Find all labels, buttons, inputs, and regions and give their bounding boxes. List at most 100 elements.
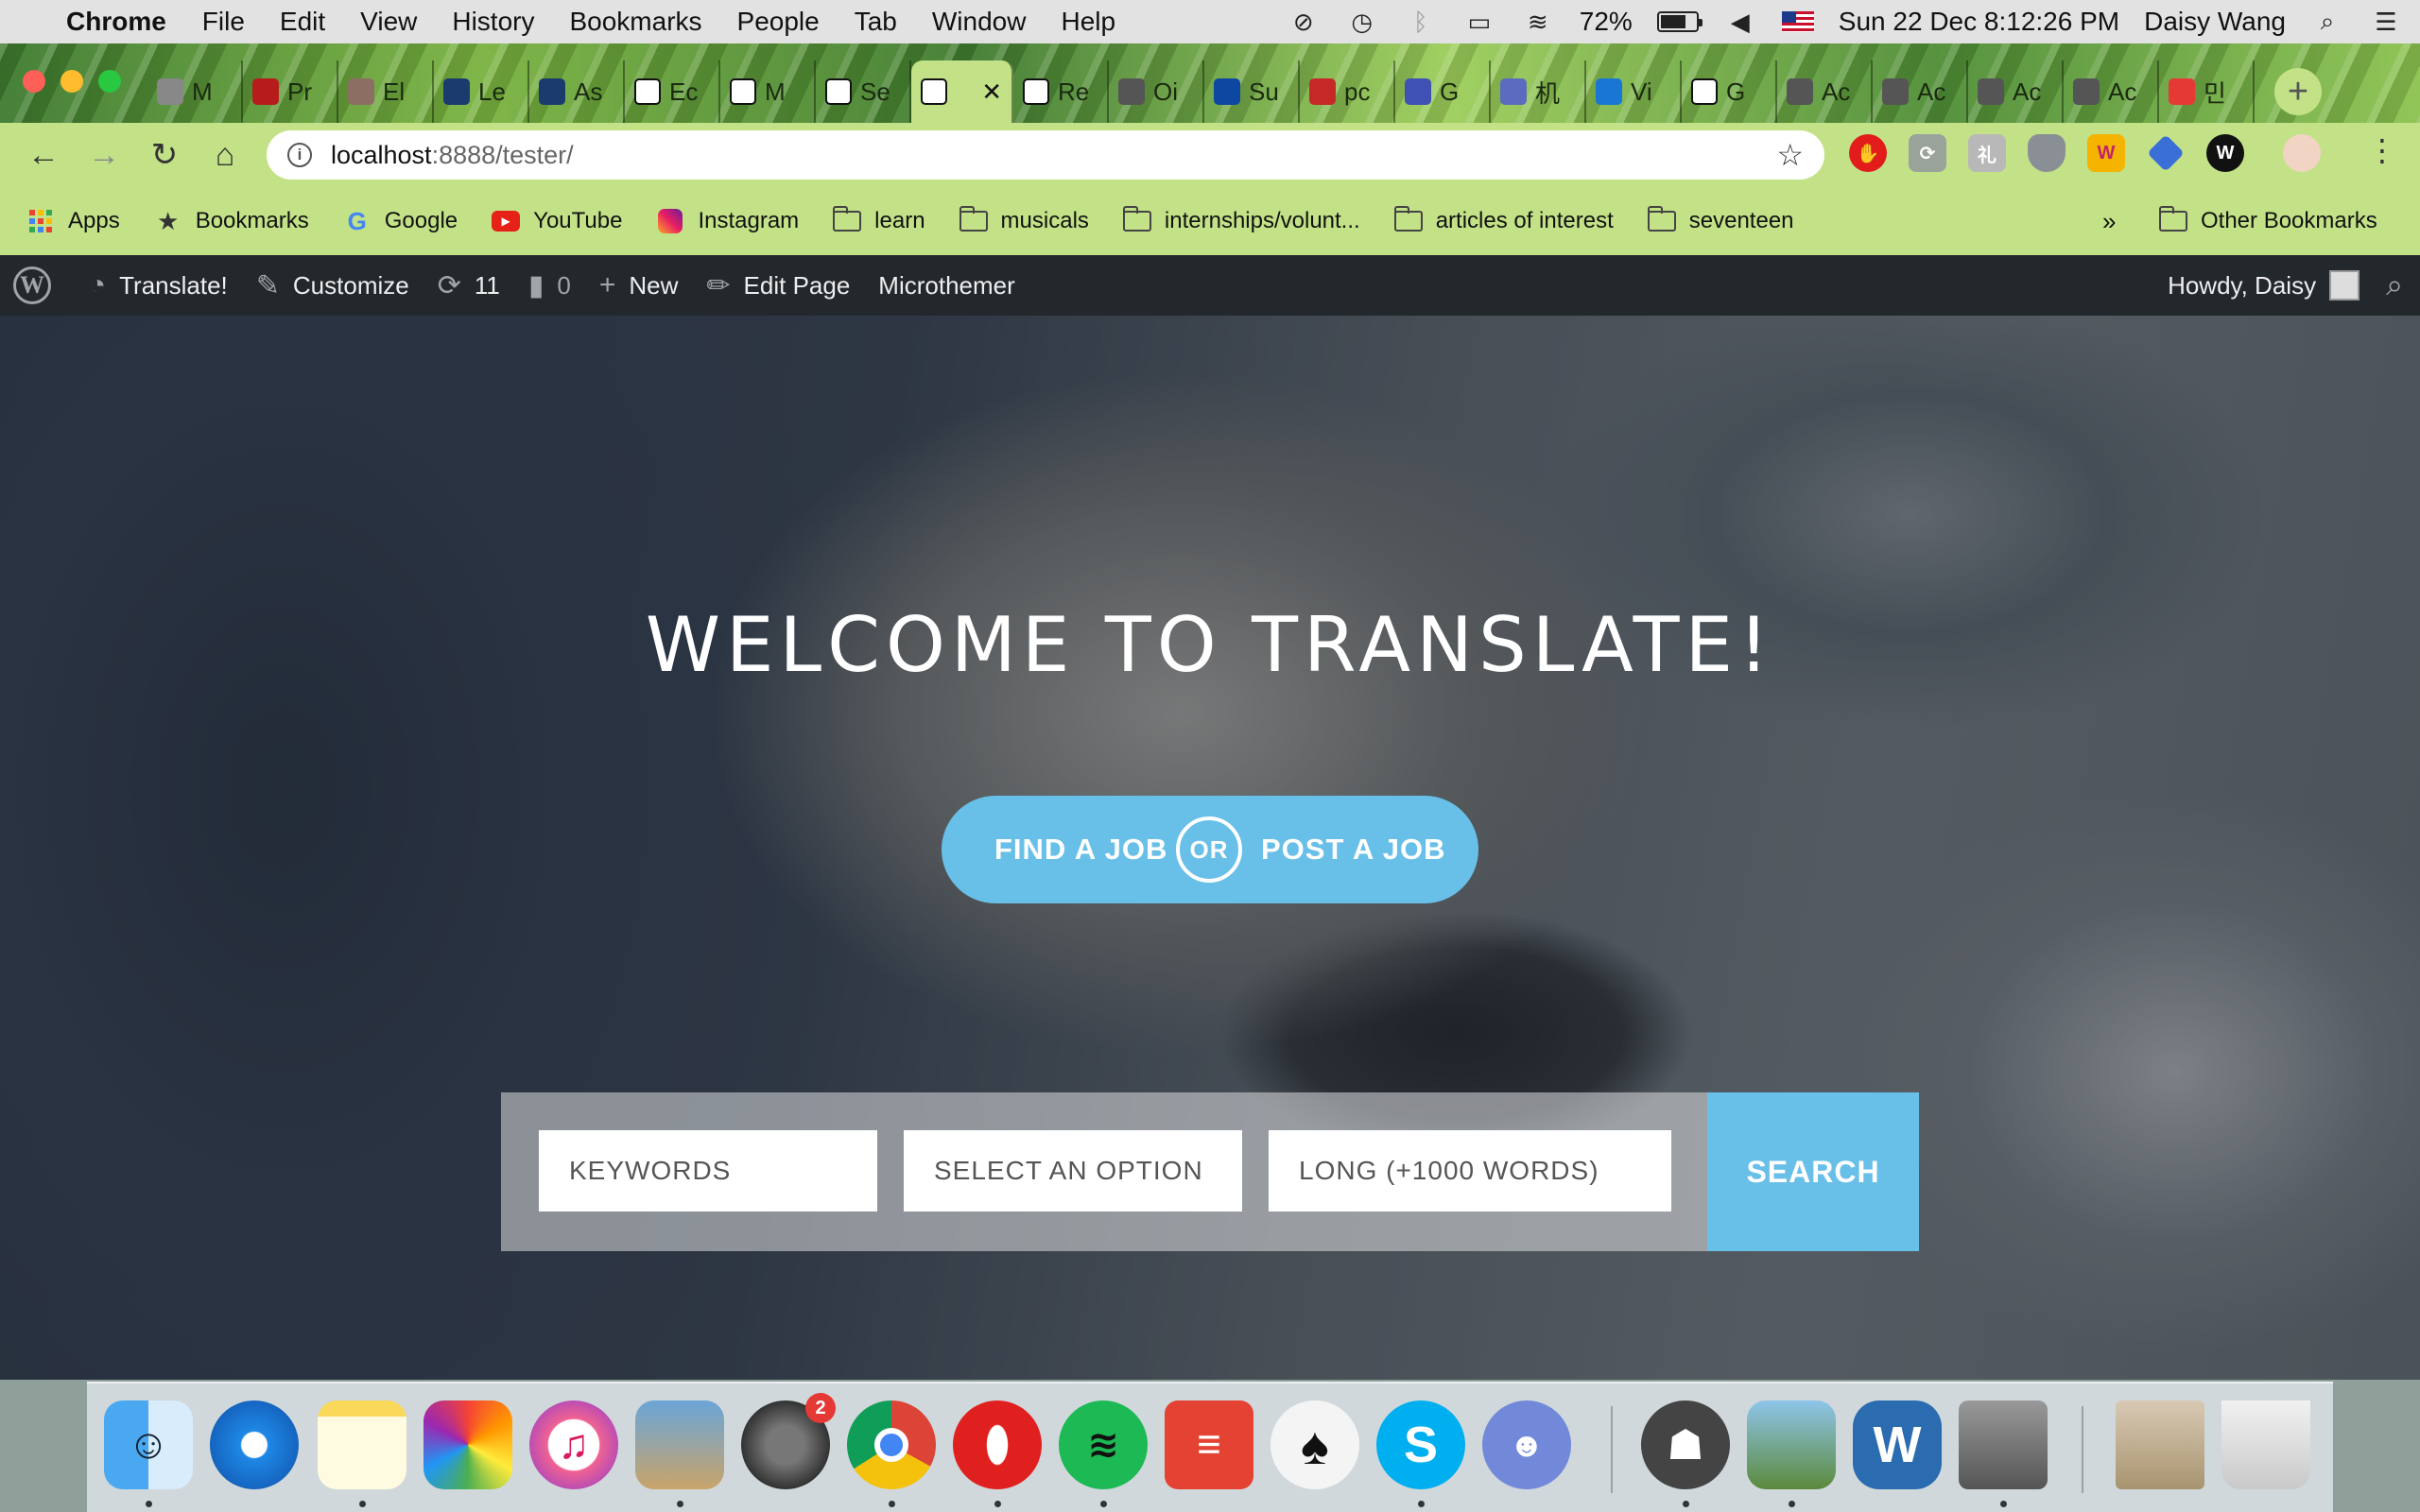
battery-icon[interactable] [1656,11,1703,32]
kanji-extension-icon[interactable]: 礼 [1968,134,2006,172]
back-button[interactable]: ← [21,132,66,178]
skype-app-icon[interactable]: S [1376,1400,1465,1489]
updates-link[interactable]: ⟳ 11 [438,269,500,302]
tab-8[interactable]: ✕ [911,60,1013,123]
chrome-app-icon[interactable] [847,1400,936,1489]
comments-link[interactable]: ▮ 0 [528,269,571,302]
menu-history[interactable]: History [452,7,534,37]
bookmark-star-icon[interactable]: ☆ [1776,137,1804,173]
length-select[interactable]: LONG (+1000 WORDS) [1269,1130,1671,1211]
minimize-window-button[interactable] [60,70,83,93]
wordpress-logo-icon[interactable]: W [13,266,51,304]
adblock-extension-icon[interactable]: ✋ [1849,134,1887,172]
bookmark-8[interactable]: articles of interest [1393,206,1614,234]
preview-app-icon[interactable] [635,1400,724,1489]
menu-view[interactable]: View [360,7,417,37]
itunes-app-icon[interactable]: ♫ [529,1400,618,1489]
spotify-app-icon[interactable]: ≋ [1059,1400,1148,1489]
edit-page-link[interactable]: ✏ Edit Page [706,269,850,302]
profile-avatar[interactable] [2283,134,2321,172]
airplay-icon[interactable]: ▭ [1462,8,1496,36]
menu-window[interactable]: Window [932,7,1027,37]
close-window-button[interactable] [23,70,45,93]
tab-17[interactable]: Ac [1777,60,1873,123]
tab-14[interactable]: 机 [1491,60,1586,123]
downloads-folder-icon[interactable] [2116,1400,2204,1489]
notes-app-icon[interactable] [318,1400,406,1489]
clock[interactable]: Sun 22 Dec 8:12:26 PM [1839,7,2119,37]
finder-app-icon[interactable]: ☺ [104,1400,193,1489]
printer-app-icon[interactable] [1959,1400,2048,1489]
wordpress-extension-icon[interactable]: W [2206,134,2244,172]
menu-help[interactable]: Help [1061,7,1115,37]
bookmark-0[interactable]: Apps [26,208,120,234]
microthemer-link[interactable]: Microthemer [878,271,1014,301]
bookmark-2[interactable]: G Google [343,207,458,235]
reload-button[interactable]: ↻ [142,132,187,178]
address-bar[interactable]: i localhost:8888/tester/ ☆ [267,130,1824,180]
time-machine-icon[interactable]: ◷ [1345,8,1379,36]
howdy-account-link[interactable]: Howdy, Daisy [2168,271,2316,301]
tab-7[interactable]: Se [816,60,911,123]
safari-app-icon[interactable] [210,1400,299,1489]
bookmark-3[interactable]: ▶ YouTube [492,208,622,234]
input-source-flag-icon[interactable] [1781,11,1814,32]
bookmark-9[interactable]: seventeen [1647,206,1794,234]
tab-9[interactable]: Re [1013,60,1109,123]
image-capture-app-icon[interactable] [1747,1400,1836,1489]
spades-game-app-icon[interactable]: ♠ [1270,1400,1359,1489]
tab-6[interactable]: M [720,60,816,123]
sequel-pro-app-icon[interactable]: ☗ [1641,1400,1730,1489]
bookmarks-overflow-button[interactable]: » [2102,207,2116,236]
menu-tab[interactable]: Tab [855,7,897,37]
tab-20[interactable]: Ac [2064,60,2159,123]
bookmark-1[interactable]: ★ Bookmarks [154,207,309,235]
find-a-job-button[interactable]: FIND A JOB [994,833,1167,867]
bluetooth-icon[interactable]: ᛒ [1404,8,1438,36]
site-info-icon[interactable]: i [287,143,312,167]
notification-center-icon[interactable]: ☰ [2369,8,2403,36]
customize-link[interactable]: ✎ Customize [256,269,409,302]
tab-15[interactable]: Vi [1586,60,1682,123]
block-icon[interactable]: ⊘ [1287,8,1321,36]
volume-icon[interactable]: ◀ [1723,8,1757,36]
tab-0[interactable]: M [147,60,243,123]
search-icon[interactable]: ⌕ [2386,267,2403,303]
todoist-app-icon[interactable]: ≡ [1165,1400,1253,1489]
bookmark-7[interactable]: internships/volunt... [1122,206,1360,234]
diamond-extension-icon[interactable] [2147,134,2185,172]
zoom-window-button[interactable] [98,70,121,93]
menu-file[interactable]: File [202,7,245,37]
tab-5[interactable]: Ec [625,60,720,123]
search-button[interactable]: SEARCH [1707,1092,1919,1251]
tab-11[interactable]: Su [1204,60,1300,123]
menu-people[interactable]: People [737,7,820,37]
system-preferences-app-icon[interactable]: 2 [741,1393,836,1489]
tab-21[interactable]: 민 [2159,60,2255,123]
tab-12[interactable]: pc [1300,60,1395,123]
wifi-icon[interactable]: ≋ [1521,8,1555,36]
chrome-menu-icon[interactable]: ⋮ [2367,132,2397,168]
bookmark-6[interactable]: musicals [959,206,1089,234]
user-name[interactable]: Daisy Wang [2144,7,2286,37]
trash-icon[interactable] [2221,1400,2310,1489]
bookmark-5[interactable]: learn [833,206,925,234]
tab-19[interactable]: Ac [1968,60,2064,123]
user-avatar[interactable] [2329,270,2360,301]
tab-3[interactable]: Le [434,60,529,123]
menu-edit[interactable]: Edit [280,7,325,37]
option-select[interactable]: SELECT AN OPTION [904,1130,1242,1211]
opera-app-icon[interactable] [953,1400,1042,1489]
site-name-link[interactable]: ◔ Translate! [89,269,228,301]
bookmark-4[interactable]: Instagram [656,208,799,234]
keywords-input[interactable]: KEYWORDS [539,1130,877,1211]
post-a-job-button[interactable]: POST A JOB [1261,833,1445,867]
tab-4[interactable]: As [529,60,625,123]
wordpress-app-icon[interactable]: W [1853,1400,1942,1489]
app-menu-chrome[interactable]: Chrome [66,7,166,37]
other-bookmarks[interactable]: Other Bookmarks [2159,206,2377,234]
tab-10[interactable]: Oi [1109,60,1204,123]
new-tab-button[interactable]: + [2274,68,2322,115]
forward-button[interactable]: → [81,132,127,178]
photos-app-icon[interactable] [424,1400,512,1489]
